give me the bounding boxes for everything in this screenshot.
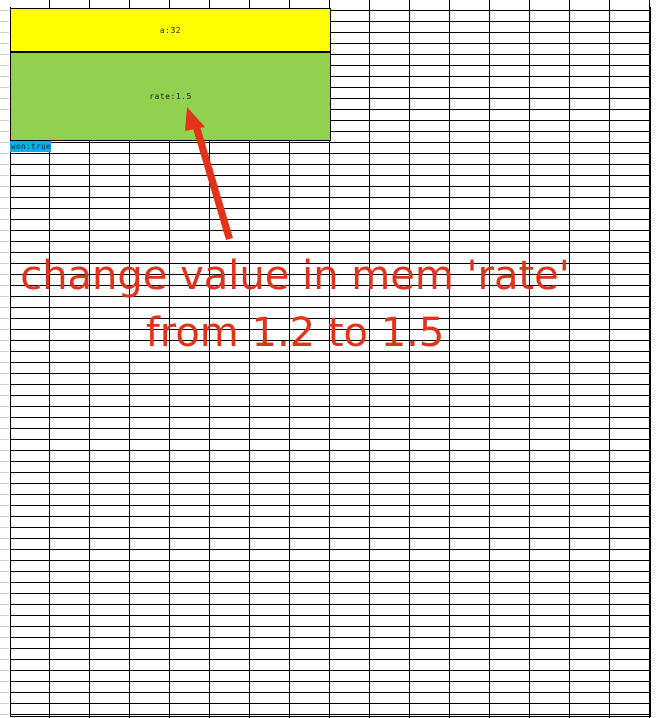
annotation-text: change value in mem 'rate' from 1.2 to 1… xyxy=(0,248,590,362)
cell-won[interactable]: won:true xyxy=(10,141,51,152)
annotation-line-2: from 1.2 to 1.5 xyxy=(145,310,445,356)
cell-won-label: won:true xyxy=(11,142,52,151)
cell-rate-label: rate:1.5 xyxy=(149,92,192,101)
cell-a-label: a:32 xyxy=(159,25,182,35)
annotation-line-1: change value in mem 'rate' xyxy=(20,253,570,299)
cell-rate[interactable]: rate:1.5 xyxy=(10,52,331,141)
cell-a[interactable]: a:32 xyxy=(10,8,331,52)
